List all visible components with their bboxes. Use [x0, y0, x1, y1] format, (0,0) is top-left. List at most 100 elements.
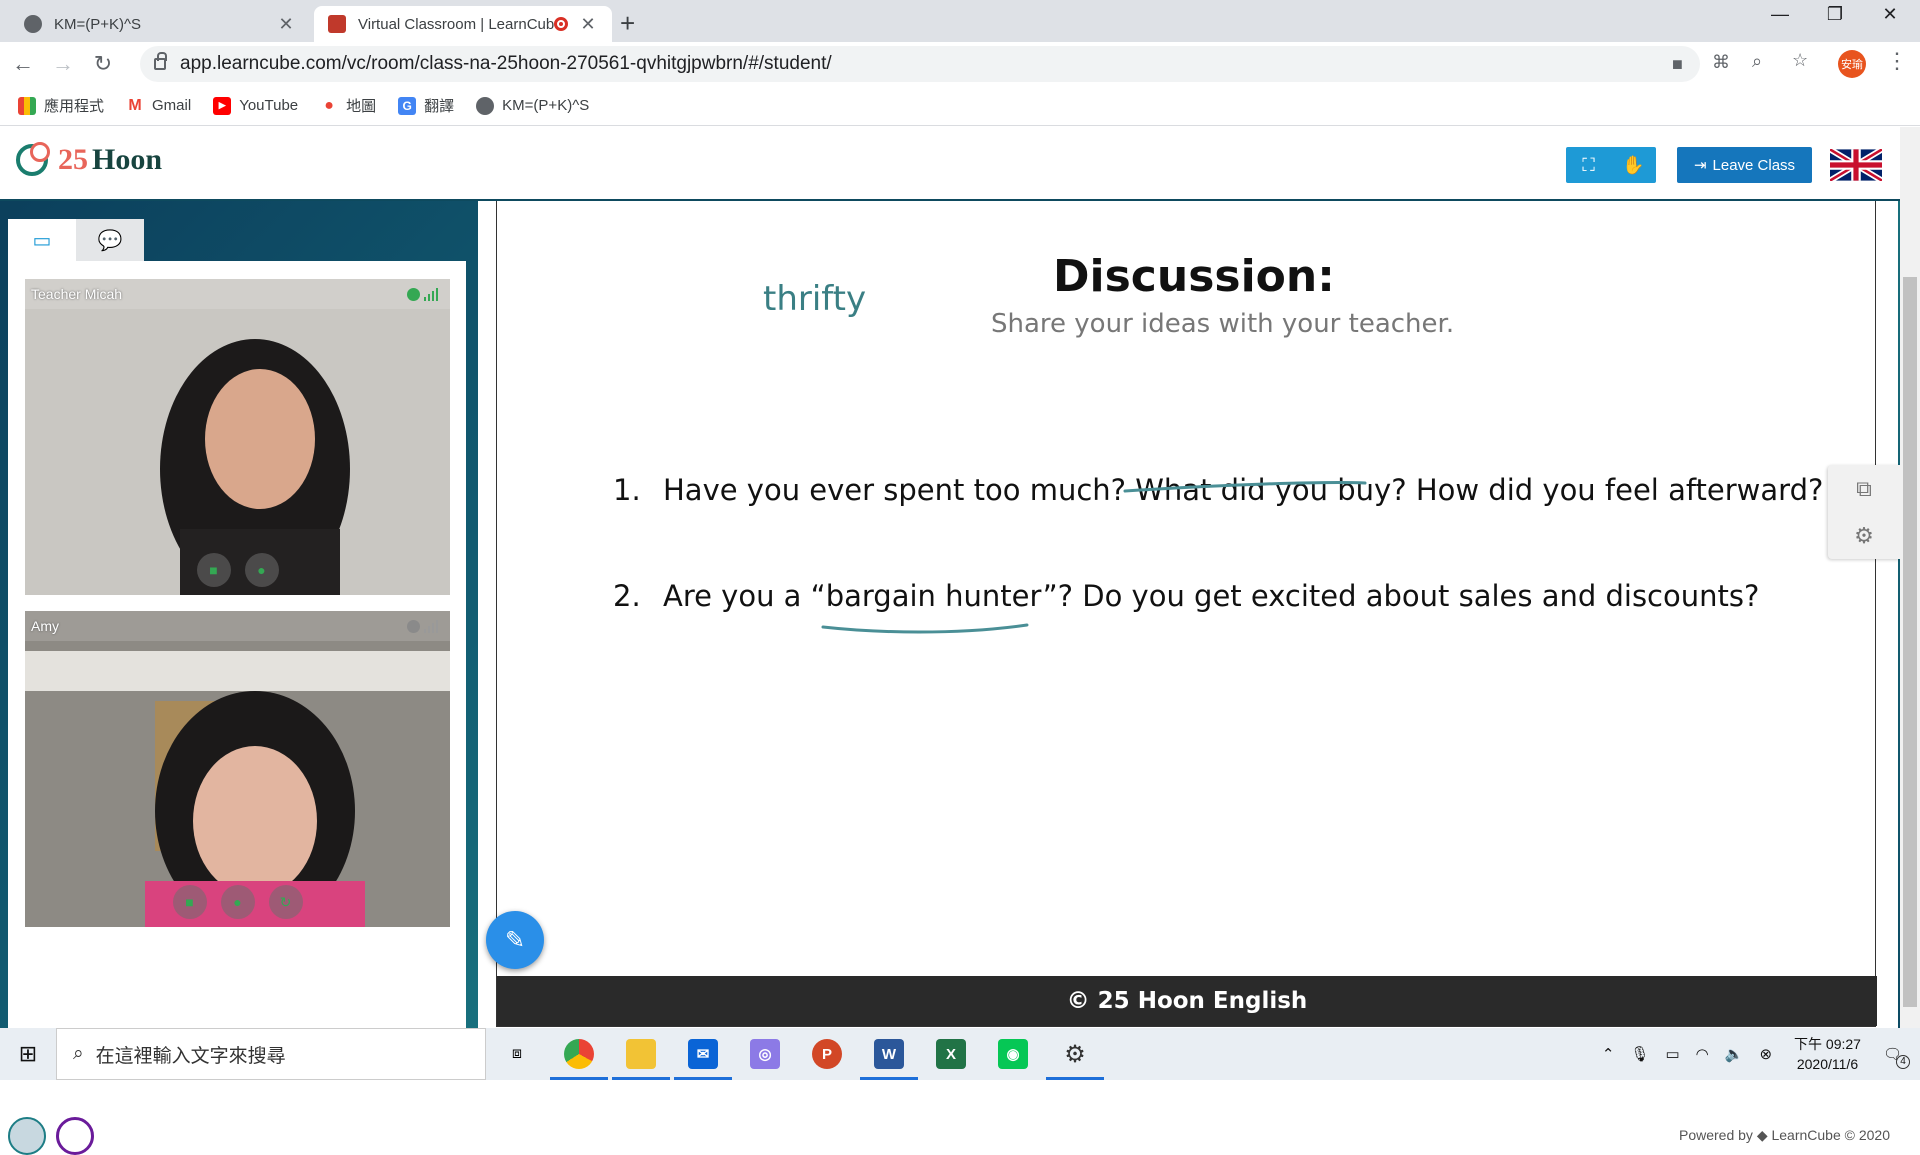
windows-start-icon[interactable]: ⊞	[0, 1041, 56, 1067]
mail-icon[interactable]: ✉	[672, 1028, 734, 1080]
camera-icon[interactable]: ■	[196, 553, 231, 587]
bookmark-label: YouTube	[239, 97, 299, 114]
translate-icon[interactable]: ⌘	[1712, 52, 1730, 73]
bookmark-apps[interactable]: 應用程式	[18, 95, 104, 116]
refresh-icon[interactable]: ↻	[268, 885, 303, 919]
search-placeholder: 在這裡輸入文字來搜尋	[95, 1045, 286, 1067]
signal-icon	[424, 619, 440, 633]
bookmark-label: Gmail	[152, 97, 192, 114]
add-page-icon[interactable]: ⧉	[1828, 465, 1900, 512]
restore-button[interactable]: ❐	[1805, 4, 1865, 25]
microphone-icon[interactable]: ●	[244, 553, 279, 587]
header-tools: ⛶ ✋	[1566, 147, 1656, 183]
pen-tool-button[interactable]: ✎	[486, 911, 544, 969]
chrome-icon[interactable]	[548, 1028, 610, 1080]
exit-icon: ⇥	[1693, 157, 1707, 174]
clock[interactable]: 下午 09:27 2020/11/6	[1794, 1034, 1861, 1074]
gear-icon[interactable]: ⚙	[1828, 512, 1900, 559]
question-item: 1. Have you ever spent too much? What did…	[613, 473, 1823, 507]
tab-title: KM=(P+K)^S	[54, 15, 142, 33]
bookmark-translate[interactable]: G 翻譯	[398, 95, 454, 116]
menu-icon[interactable]: ⋮	[1886, 48, 1908, 74]
new-tab-button[interactable]: +	[620, 8, 635, 39]
star-icon[interactable]: ☆	[1792, 50, 1808, 71]
bookmark-label: KM=(P+K)^S	[502, 97, 590, 114]
browser-tab[interactable]: KM=(P+K)^S ✕	[10, 6, 310, 42]
chevron-up-icon[interactable]: ⌃	[1602, 1045, 1615, 1063]
browser-toolbar: ← → ↻ app.learncube.com/vc/room/class-na…	[0, 42, 1920, 86]
close-tab-icon[interactable]: ✕	[578, 14, 598, 35]
excel-icon[interactable]: X	[920, 1028, 982, 1080]
participant-name: Teacher Micah	[25, 279, 450, 309]
word-icon[interactable]: W	[858, 1028, 920, 1080]
back-icon[interactable]: ←	[6, 51, 40, 77]
clock-time: 下午 09:27	[1794, 1036, 1861, 1052]
volume-icon[interactable]: 🔈	[1725, 1045, 1744, 1063]
slide: thrifty Discussion: Share your ideas wit…	[496, 201, 1877, 1027]
camera-icon[interactable]: ■	[172, 885, 207, 919]
close-window-button[interactable]: ✕	[1860, 4, 1920, 25]
teacher-video-image	[25, 279, 450, 595]
powerpoint-icon[interactable]: P	[796, 1028, 858, 1080]
whiteboard-stage: thrifty Discussion: Share your ideas wit…	[478, 201, 1898, 1099]
video-tile-teacher[interactable]: Teacher Micah ■ ●	[25, 279, 450, 595]
wifi-icon[interactable]: ◠	[1696, 1045, 1709, 1063]
settings-icon[interactable]: ⚙	[1044, 1028, 1106, 1080]
video-camera-icon: ▭	[32, 229, 52, 252]
question-number: 1.	[613, 473, 641, 507]
page-scrollbar[interactable]	[1900, 127, 1920, 1028]
question-text: Have you ever spent too much? What did y…	[663, 473, 1824, 507]
status-dot-icon	[407, 288, 420, 301]
translate-icon: G	[398, 96, 417, 115]
zoom-icon[interactable]: ⌕	[1752, 51, 1762, 72]
system-tray: ⌃ 🎙 ▭ ◠ 🔈 ⊗ 下午 09:27 2020/11/6 🗨 4	[1594, 1028, 1920, 1080]
powered-by: Powered by ◆ LearnCube © 2020	[1679, 1127, 1890, 1143]
app-icon[interactable]: ◎	[734, 1028, 796, 1080]
address-bar[interactable]: app.learncube.com/vc/room/class-na-25hoo…	[140, 46, 1700, 82]
student-avatar-icon[interactable]	[56, 1117, 94, 1155]
raise-hand-icon[interactable]: ✋	[1611, 147, 1656, 183]
notification-count: 4	[1896, 1055, 1910, 1069]
uk-flag-icon[interactable]	[1830, 149, 1882, 181]
close-tab-icon[interactable]: ✕	[276, 14, 296, 35]
url-text: app.learncube.com/vc/room/class-na-25hoo…	[180, 53, 832, 74]
teacher-avatar[interactable]	[8, 1117, 46, 1155]
camera-icon[interactable]: ■	[1672, 54, 1683, 75]
tab-video[interactable]: ▭	[8, 219, 76, 261]
underline-annotation	[821, 623, 1029, 634]
taskbar-search[interactable]: ⌕ 在這裡輸入文字來搜尋	[56, 1028, 486, 1080]
status-dot-icon	[407, 620, 420, 633]
microphone-icon[interactable]: 🎙	[1630, 1045, 1649, 1063]
bookmark-youtube[interactable]: ▶ YouTube	[213, 96, 299, 115]
task-view-icon[interactable]: ⧈	[486, 1028, 548, 1080]
no-network-icon[interactable]: ⊗	[1759, 1045, 1772, 1063]
notification-icon[interactable]: 🗨 4	[1883, 1045, 1910, 1069]
battery-icon[interactable]: ▭	[1665, 1045, 1679, 1063]
map-pin-icon: ●	[324, 96, 334, 114]
participant-name: Amy	[25, 611, 450, 641]
line-icon[interactable]: ◉	[982, 1028, 1044, 1080]
microphone-icon[interactable]: ●	[220, 885, 255, 919]
browser-tab-active[interactable]: Virtual Classroom | LearnCube ✕	[314, 6, 612, 42]
reload-icon[interactable]: ↻	[86, 51, 120, 77]
profile-avatar[interactable]: 安瑜	[1838, 50, 1866, 78]
tab-chat[interactable]: 💬	[76, 219, 144, 261]
side-tabs: ▭ 💬	[8, 219, 144, 261]
forward-icon[interactable]: →	[46, 51, 80, 77]
apps-grid-icon	[18, 96, 36, 115]
scrollbar-thumb[interactable]	[1903, 277, 1917, 1007]
search-icon: ⌕	[73, 1043, 84, 1064]
bookmark-label: 地圖	[346, 98, 377, 115]
pen-icon: ✎	[504, 926, 526, 954]
logo-number: 25	[58, 143, 88, 176]
file-explorer-icon[interactable]	[610, 1028, 672, 1080]
bookmark-gmail[interactable]: M Gmail	[126, 97, 191, 115]
minimize-button[interactable]: —	[1750, 4, 1810, 25]
logo-mark-icon	[16, 142, 50, 176]
bookmark-maps[interactable]: ● 地圖	[320, 95, 376, 116]
leave-class-button[interactable]: ⇥ Leave Class	[1677, 147, 1812, 183]
learncube-favicon-icon	[328, 15, 346, 33]
fullscreen-icon[interactable]: ⛶	[1566, 147, 1611, 183]
bookmark-km[interactable]: KM=(P+K)^S	[476, 96, 590, 115]
video-tile-student[interactable]: Amy ■ ● ↻	[25, 611, 450, 927]
